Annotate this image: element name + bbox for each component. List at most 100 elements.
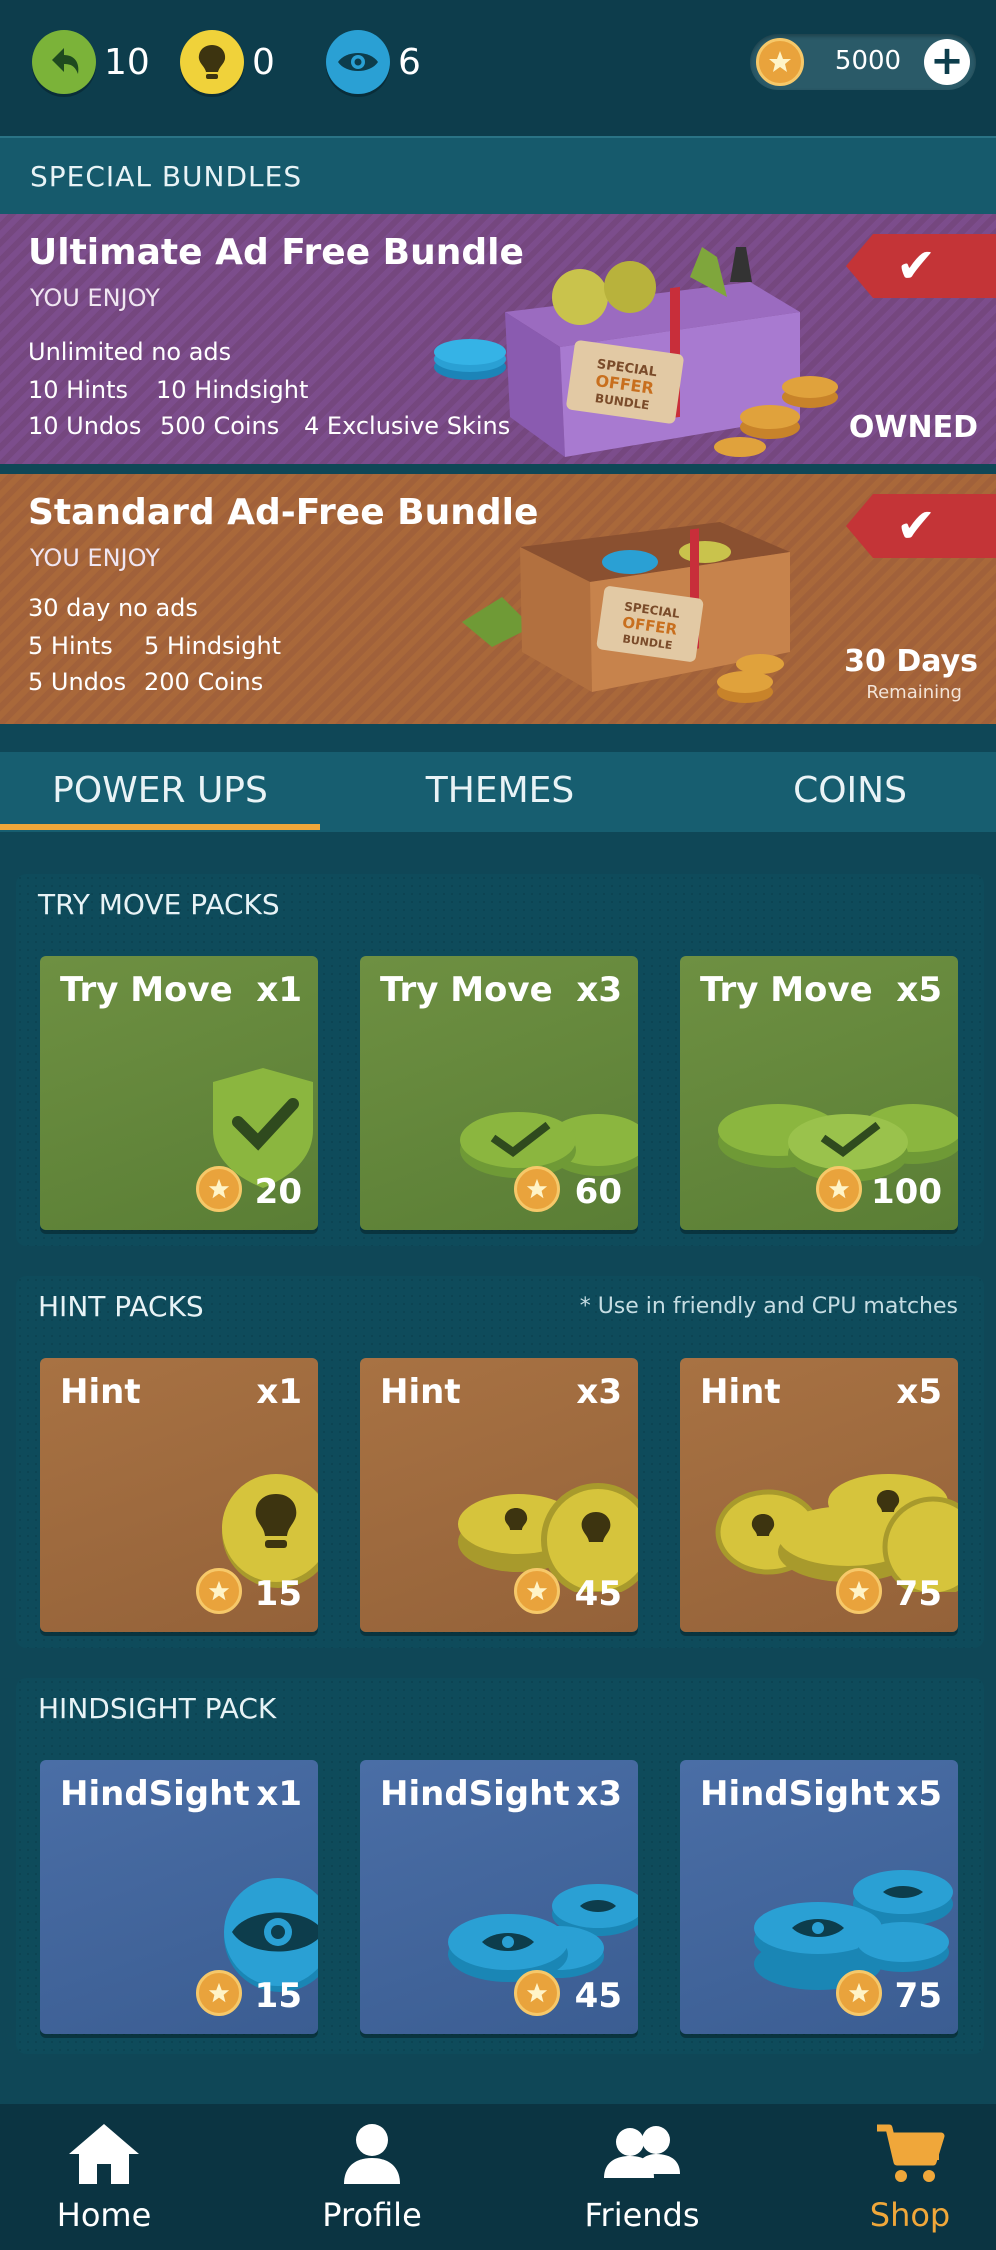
- bundle-benefits-row: 10 Hints 10 Hindsight: [28, 376, 308, 404]
- lightbulb-icon: [180, 30, 244, 94]
- remaining-label: Remaining: [866, 682, 962, 703]
- days-remaining: 30 Days: [844, 644, 978, 679]
- coin-icon: [196, 1970, 242, 2016]
- try-move-card-x1[interactable]: Try Move x1 20: [40, 956, 318, 1230]
- card-name: Try Move: [60, 970, 233, 1010]
- coin-icon: [196, 1568, 242, 1614]
- active-tab-indicator: [0, 824, 320, 830]
- card-quantity: x3: [576, 1774, 622, 1814]
- add-coins-button[interactable]: +: [924, 39, 970, 85]
- card-price: 45: [574, 1976, 622, 2016]
- hindsight-card-x5[interactable]: HindSight x5 75: [680, 1760, 958, 2034]
- coin-amount: 5000: [834, 46, 902, 76]
- section-title: HINT PACKS: [38, 1290, 204, 1323]
- coin-icon: [816, 1166, 862, 1212]
- owned-ribbon: ✔: [846, 234, 996, 298]
- undo-counter[interactable]: 10: [32, 30, 150, 94]
- card-price: 100: [871, 1172, 942, 1212]
- nav-label: Profile: [322, 2196, 422, 2234]
- card-name: Hint: [380, 1372, 461, 1412]
- bundle-benefits-row: 5 Undos 200 Coins: [28, 668, 263, 696]
- bundle-subtitle: YOU ENJOY: [30, 284, 160, 312]
- checkmark-icon: ✔: [896, 238, 937, 294]
- nav-profile[interactable]: Profile: [282, 2122, 462, 2234]
- top-status-bar: 10 0 6 5000 +: [0, 0, 996, 136]
- card-price: 45: [574, 1574, 622, 1614]
- card-name: HindSight: [60, 1774, 250, 1814]
- bundle-benefit: 5 Hints: [28, 632, 113, 660]
- bottom-navigation: Home Profile Friends Shop: [0, 2104, 996, 2250]
- bundle-subtitle: YOU ENJOY: [30, 544, 160, 572]
- card-quantity: x3: [576, 1372, 622, 1412]
- coin-icon: [196, 1166, 242, 1212]
- card-price: 60: [574, 1172, 622, 1212]
- card-price: 75: [894, 1976, 942, 2016]
- bundle-benefit: 5 Hindsight: [144, 632, 282, 660]
- nav-friends[interactable]: Friends: [552, 2122, 732, 2234]
- card-quantity: x1: [256, 1372, 302, 1412]
- nav-home[interactable]: Home: [14, 2122, 194, 2234]
- bundle-benefit: 30 day no ads: [28, 594, 198, 622]
- card-name: Try Move: [380, 970, 553, 1010]
- hindsight-section: HINDSIGHT PACK HindSight x1 15 HindSight…: [16, 1678, 984, 2054]
- shop-tabs: POWER UPS THEMES COINS: [0, 752, 996, 832]
- bundle-benefit: 500 Coins: [160, 412, 280, 440]
- lightbulb-icon: [715, 1474, 958, 1592]
- eye-icon: [326, 30, 390, 94]
- card-quantity: x1: [256, 970, 302, 1010]
- bundle-status: OWNED: [848, 410, 978, 445]
- special-bundles-header: SPECIAL BUNDLES: [0, 136, 996, 216]
- card-quantity: x5: [896, 1774, 942, 1814]
- hint-section: HINT PACKS * Use in friendly and CPU mat…: [16, 1276, 984, 1648]
- nav-label: Shop: [869, 2196, 951, 2234]
- card-price: 20: [254, 1172, 302, 1212]
- try-move-section: TRY MOVE PACKS Try Move x1 20 Try Move x…: [16, 874, 984, 1246]
- bundle-benefits-row: 5 Hints 5 Hindsight: [28, 632, 281, 660]
- card-quantity: x1: [256, 1774, 302, 1814]
- hint-card-x3[interactable]: Hint x3 45: [360, 1358, 638, 1632]
- card-quantity: x3: [576, 970, 622, 1010]
- checkmark-icon: ✔: [896, 498, 937, 554]
- standard-bundle-card[interactable]: Standard Ad-Free Bundle YOU ENJOY 30 day…: [0, 474, 996, 724]
- card-name: Try Move: [700, 970, 873, 1010]
- bundle-benefit: 10 Hints: [28, 376, 129, 404]
- try-move-card-x5[interactable]: Try Move x5 100: [680, 956, 958, 1230]
- hindsight-card-x1[interactable]: HindSight x1 15: [40, 1760, 318, 2034]
- section-title: TRY MOVE PACKS: [38, 888, 280, 921]
- card-price: 15: [254, 1976, 302, 2016]
- nav-shop[interactable]: Shop: [820, 2122, 996, 2234]
- coin-icon: [836, 1568, 882, 1614]
- gift-box-illustration: SPECIAL OFFER BUNDLE: [434, 247, 838, 457]
- section-note: * Use in friendly and CPU matches: [579, 1294, 958, 1319]
- tab-power-ups[interactable]: POWER UPS: [0, 770, 320, 811]
- hindsight-card-x3[interactable]: HindSight x3 45: [360, 1760, 638, 2034]
- bundle-benefit: 5 Undos: [28, 668, 127, 696]
- friends-icon: [604, 2126, 680, 2178]
- hint-counter[interactable]: 0: [180, 30, 275, 94]
- card-quantity: x5: [896, 970, 942, 1010]
- card-quantity: x5: [896, 1372, 942, 1412]
- coin-icon: [756, 38, 804, 86]
- hint-card-x1[interactable]: Hint x1 15: [40, 1358, 318, 1632]
- hint-count: 0: [252, 41, 275, 83]
- bundle-benefit: Unlimited no ads: [28, 338, 232, 366]
- tab-themes[interactable]: THEMES: [340, 770, 660, 811]
- hindsight-count: 6: [398, 41, 421, 83]
- card-name: Hint: [700, 1372, 781, 1412]
- cart-icon: [877, 2124, 945, 2182]
- ultimate-bundle-card[interactable]: Ultimate Ad Free Bundle YOU ENJOY Unlimi…: [0, 214, 996, 464]
- card-name: Hint: [60, 1372, 141, 1412]
- owned-ribbon: ✔: [846, 494, 996, 558]
- bundle-benefit: 10 Hindsight: [156, 376, 309, 404]
- try-move-card-x3[interactable]: Try Move x3 60: [360, 956, 638, 1230]
- bundle-benefit: 200 Coins: [144, 668, 264, 696]
- card-price: 15: [254, 1574, 302, 1614]
- nav-label: Friends: [584, 2196, 700, 2234]
- card-name: HindSight: [380, 1774, 570, 1814]
- coin-icon: [514, 1970, 560, 2016]
- hint-card-x5[interactable]: Hint x5 75: [680, 1358, 958, 1632]
- home-icon: [69, 2124, 139, 2184]
- hindsight-counter[interactable]: 6: [326, 30, 421, 94]
- tab-coins[interactable]: COINS: [690, 770, 996, 811]
- special-bundles-title: SPECIAL BUNDLES: [30, 160, 303, 193]
